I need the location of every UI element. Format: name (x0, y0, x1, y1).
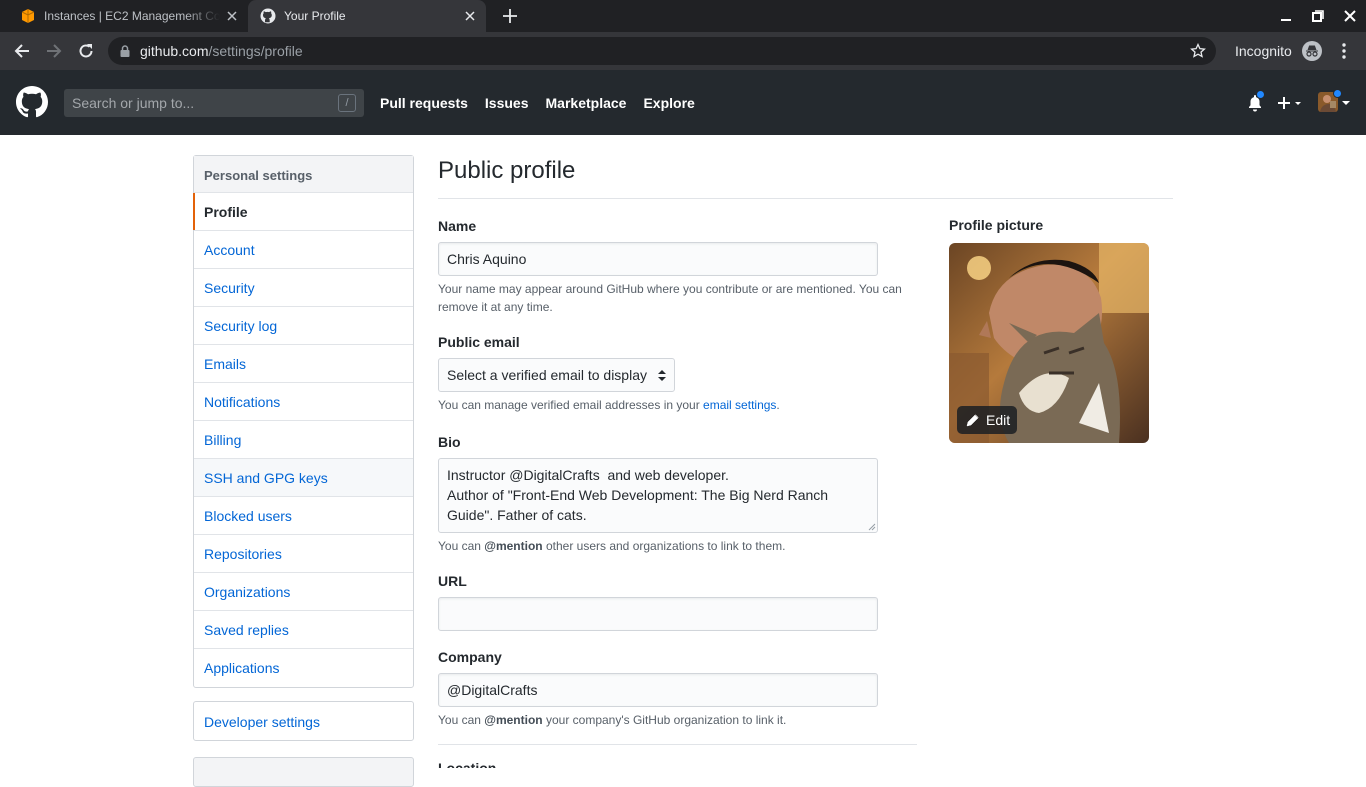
tab-title: Your Profile (284, 9, 346, 23)
location-label: Location (438, 760, 497, 768)
close-tab-icon[interactable] (220, 4, 244, 28)
public-email-note: You can manage verified email addresses … (438, 396, 780, 414)
github-search[interactable]: / (64, 89, 364, 117)
bio-textarea[interactable]: Instructor @DigitalCrafts and web develo… (438, 458, 878, 533)
select-arrows-icon (658, 369, 666, 382)
bio-note: You can @mention other users and organiz… (438, 537, 785, 555)
sidebar-item-repositories[interactable]: Repositories (194, 535, 413, 573)
divider (438, 744, 917, 745)
minimize-icon[interactable] (1274, 4, 1298, 28)
address-bar[interactable]: github.com/settings/profile (108, 37, 1216, 65)
company-field[interactable] (438, 673, 878, 707)
github-header: / Pull requests Issues Marketplace Explo… (0, 70, 1366, 135)
sidebar-heading: Personal settings (194, 156, 413, 193)
note-text: . (776, 398, 780, 412)
mention-hint: @mention (484, 539, 543, 553)
email-settings-link[interactable]: email settings (703, 398, 776, 412)
pencil-icon (966, 413, 986, 427)
sidebar-item-developer-settings[interactable]: Developer settings (193, 701, 414, 741)
new-tab-icon[interactable] (498, 4, 522, 28)
sidebar-item-saved-replies[interactable]: Saved replies (194, 611, 413, 649)
nav-pull-requests[interactable]: Pull requests (380, 95, 468, 111)
reload-icon[interactable] (72, 38, 100, 64)
sidebar-item-security[interactable]: Security (194, 269, 413, 307)
edit-profile-picture-button[interactable]: Edit (957, 406, 1017, 434)
name-note: Your name may appear around GitHub where… (438, 282, 902, 314)
public-email-selected: Select a verified email to display (447, 367, 647, 383)
sidebar-item-applications[interactable]: Applications (194, 649, 413, 687)
aws-favicon-icon (20, 8, 36, 24)
url-label: URL (438, 573, 467, 589)
name-label: Name (438, 218, 477, 234)
github-favicon-icon (260, 8, 276, 24)
github-primary-nav: Pull requests Issues Marketplace Explore (380, 95, 712, 111)
bookmark-star-icon[interactable] (1190, 43, 1206, 59)
sidebar-item-billing[interactable]: Billing (194, 421, 413, 459)
avatar-status-indicator (1333, 89, 1342, 98)
search-shortcut-key: / (338, 94, 356, 112)
sidebar-item-account[interactable]: Account (194, 231, 413, 269)
close-tab-icon[interactable] (458, 4, 482, 28)
page-title: Public profile (438, 157, 576, 184)
public-email-select[interactable]: Select a verified email to display (438, 358, 675, 392)
tab-ec2-instances[interactable]: Instances | EC2 Management Console (8, 0, 248, 32)
browser-menu-icon[interactable] (1336, 41, 1352, 61)
sidebar-next-section (193, 757, 414, 787)
create-new-plus-icon[interactable] (1277, 96, 1303, 110)
url-host: github.com (140, 43, 209, 59)
incognito-icon[interactable] (1302, 41, 1322, 61)
mention-hint: @mention (484, 713, 543, 727)
profile-picture-label: Profile picture (949, 217, 1044, 233)
url-path: /settings/profile (208, 43, 303, 59)
forward-arrow-icon[interactable] (40, 38, 68, 64)
close-window-icon[interactable] (1338, 4, 1362, 28)
divider (438, 198, 1173, 199)
nav-marketplace[interactable]: Marketplace (546, 95, 627, 111)
company-note: You can @mention your company's GitHub o… (438, 711, 786, 729)
url-field[interactable] (438, 597, 878, 631)
tab-your-profile[interactable]: Your Profile (248, 0, 486, 32)
edit-label: Edit (986, 412, 1011, 428)
avatar-dropdown-caret-icon[interactable] (1342, 100, 1350, 106)
restore-window-icon[interactable] (1306, 4, 1330, 28)
sidebar-item-notifications[interactable]: Notifications (194, 383, 413, 421)
resize-grip-icon[interactable] (868, 523, 876, 531)
note-text: You can (438, 539, 485, 553)
browser-tab-strip: Instances | EC2 Management Console Your … (0, 0, 1366, 32)
sidebar-item-ssh-gpg-keys[interactable]: SSH and GPG keys (194, 459, 413, 497)
browser-toolbar: github.com/settings/profile Incognito (0, 32, 1366, 70)
settings-sidebar: Personal settings Profile Account Securi… (193, 155, 414, 688)
note-text: You can manage verified email addresses … (438, 398, 704, 412)
note-text: You can (438, 713, 485, 727)
tab-title: Instances | EC2 Management Console (44, 9, 220, 23)
lock-icon (120, 45, 130, 57)
bio-label: Bio (438, 434, 461, 450)
sidebar-item-profile[interactable]: Profile (193, 193, 413, 231)
public-email-label: Public email (438, 334, 520, 350)
sidebar-item-blocked-users[interactable]: Blocked users (194, 497, 413, 535)
incognito-label: Incognito (1235, 43, 1292, 59)
nav-explore[interactable]: Explore (643, 95, 694, 111)
name-field[interactable] (438, 242, 878, 276)
sidebar-item-emails[interactable]: Emails (194, 345, 413, 383)
bio-text: Instructor @DigitalCrafts and web develo… (447, 467, 829, 523)
sidebar-item-security-log[interactable]: Security log (194, 307, 413, 345)
nav-issues[interactable]: Issues (485, 95, 529, 111)
search-input[interactable] (64, 95, 324, 111)
note-text: your company's GitHub organization to li… (542, 713, 787, 727)
notification-indicator (1256, 90, 1265, 99)
back-arrow-icon[interactable] (8, 38, 36, 64)
github-logo-icon[interactable] (16, 86, 48, 118)
note-text: other users and organizations to link to… (542, 539, 786, 553)
company-label: Company (438, 649, 502, 665)
sidebar-item-organizations[interactable]: Organizations (194, 573, 413, 611)
